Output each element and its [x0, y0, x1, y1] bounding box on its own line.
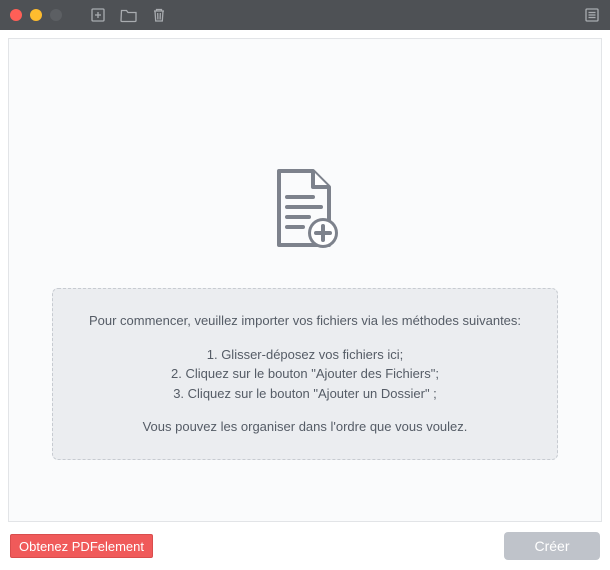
titlebar [0, 0, 610, 30]
instruction-step: 2. Cliquez sur le bouton "Ajouter des Fi… [77, 364, 533, 384]
trash-icon[interactable] [152, 7, 166, 23]
bottom-bar: Obtenez PDFelement Créer [0, 522, 610, 570]
maximize-icon [50, 9, 62, 21]
instruction-step: 3. Cliquez sur le bouton "Ajouter un Dos… [77, 384, 533, 404]
work-area: Pour commencer, veuillez importer vos fi… [0, 30, 610, 570]
folder-icon[interactable] [120, 7, 138, 23]
document-add-icon [269, 167, 341, 260]
instructions-panel: Pour commencer, veuillez importer vos fi… [52, 288, 558, 460]
minimize-icon[interactable] [30, 9, 42, 21]
instructions-intro: Pour commencer, veuillez importer vos fi… [77, 311, 533, 331]
list-view-icon[interactable] [584, 7, 600, 23]
drop-canvas[interactable]: Pour commencer, veuillez importer vos fi… [8, 38, 602, 522]
window-controls [10, 9, 62, 21]
instructions-steps: 1. Glisser-déposez vos fichiers ici; 2. … [77, 345, 533, 404]
add-file-icon[interactable] [90, 7, 106, 23]
get-pdfelement-button[interactable]: Obtenez PDFelement [10, 534, 153, 558]
instruction-step: 1. Glisser-déposez vos fichiers ici; [77, 345, 533, 365]
instructions-outro: Vous pouvez les organiser dans l'ordre q… [77, 417, 533, 437]
close-icon[interactable] [10, 9, 22, 21]
create-button[interactable]: Créer [504, 532, 600, 560]
